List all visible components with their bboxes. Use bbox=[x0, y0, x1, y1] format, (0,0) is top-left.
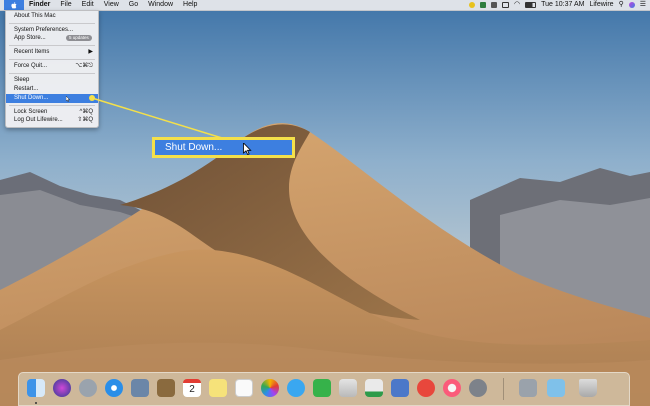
messages-icon[interactable] bbox=[287, 379, 305, 397]
menu-item-log-out[interactable]: Log Out Lifewire... ⇧⌘Q bbox=[6, 116, 98, 125]
menu-item-about-this-mac[interactable]: About This Mac bbox=[6, 12, 98, 21]
safari-icon[interactable] bbox=[105, 379, 123, 397]
notes-book-icon[interactable] bbox=[157, 379, 175, 397]
finder-icon[interactable] bbox=[27, 379, 45, 397]
app-icon[interactable] bbox=[491, 2, 498, 8]
apple-icon[interactable] bbox=[4, 0, 24, 10]
menu-item-label: Sleep bbox=[14, 77, 30, 83]
menu-item-force-quit[interactable]: Force Quit... ⌥⌘⎋ bbox=[6, 62, 98, 71]
launchpad-icon[interactable] bbox=[79, 379, 97, 397]
menu-item-shortcut: ⇧⌘Q bbox=[77, 117, 93, 123]
callout-label: Shut Down... bbox=[165, 142, 223, 153]
menu-item-sleep[interactable]: Sleep bbox=[6, 76, 98, 85]
menu-user[interactable]: Lifewire bbox=[589, 0, 613, 10]
menu-file[interactable]: File bbox=[55, 0, 76, 10]
menu-window[interactable]: Window bbox=[143, 0, 178, 10]
menu-extras: ◠ Tue 10:37 AM Lifewire ⚲ ☰ bbox=[469, 0, 646, 10]
menu-separator bbox=[9, 23, 95, 24]
menu-item-restart[interactable]: Restart... bbox=[6, 85, 98, 94]
calendar-icon[interactable]: 2 bbox=[183, 379, 201, 397]
menu-item-label: Log Out Lifewire... bbox=[14, 117, 63, 123]
keynote-icon[interactable] bbox=[365, 379, 383, 397]
dock: 2 bbox=[18, 372, 630, 406]
menu-item-label: Force Quit... bbox=[14, 63, 48, 69]
menu-item-label: Restart... bbox=[14, 86, 39, 92]
menu-item-shortcut: ⌥⌘⎋ bbox=[75, 63, 93, 69]
printer-icon[interactable] bbox=[469, 379, 487, 397]
submenu-arrow-icon: ▶ bbox=[88, 49, 93, 55]
preview-icon[interactable] bbox=[131, 379, 149, 397]
menu-separator bbox=[9, 105, 95, 106]
siri-icon[interactable] bbox=[628, 2, 635, 8]
menu-edit[interactable]: Edit bbox=[77, 0, 99, 10]
menu-finder[interactable]: Finder bbox=[24, 0, 55, 10]
desktop: Finder File Edit View Go Window Help ◠ T… bbox=[0, 0, 650, 406]
menu-go[interactable]: Go bbox=[124, 0, 143, 10]
menu-item-label: System Preferences... bbox=[14, 27, 74, 33]
mouse-cursor-icon bbox=[66, 96, 70, 102]
news-icon[interactable] bbox=[391, 379, 409, 397]
reminders-icon[interactable] bbox=[235, 379, 253, 397]
menu-separator bbox=[9, 73, 95, 74]
menu-item-label: About This Mac bbox=[14, 13, 56, 19]
menu-help[interactable]: Help bbox=[178, 0, 202, 10]
menu-separator bbox=[9, 45, 95, 46]
menu-item-label: Recent Items bbox=[14, 49, 50, 55]
apple-menu-dropdown: About This Mac System Preferences... App… bbox=[5, 10, 99, 128]
numbers-icon[interactable] bbox=[339, 379, 357, 397]
battery-icon[interactable] bbox=[525, 2, 537, 8]
menu-item-label: Lock Screen bbox=[14, 109, 48, 115]
trash-icon[interactable] bbox=[579, 379, 597, 397]
menu-clock[interactable]: Tue 10:37 AM bbox=[541, 0, 584, 10]
shut-down-callout: Shut Down... bbox=[152, 137, 295, 158]
wifi-icon[interactable]: ◠ bbox=[514, 0, 520, 10]
photos-icon[interactable] bbox=[261, 379, 279, 397]
mouse-cursor-icon bbox=[243, 143, 252, 155]
menu-item-recent-items[interactable]: Recent Items ▶ bbox=[6, 48, 98, 57]
menu-view[interactable]: View bbox=[99, 0, 124, 10]
search-icon[interactable]: ⚲ bbox=[619, 0, 624, 10]
dock-separator bbox=[503, 378, 504, 400]
running-indicator bbox=[35, 402, 37, 404]
stickies-icon[interactable] bbox=[209, 379, 227, 397]
shield-icon[interactable] bbox=[480, 2, 487, 8]
downloads-folder-icon[interactable] bbox=[519, 379, 537, 397]
menu-item-shut-down[interactable]: Shut Down... bbox=[6, 94, 98, 103]
facetime-icon[interactable] bbox=[313, 379, 331, 397]
siri-icon[interactable] bbox=[53, 379, 71, 397]
menu-separator bbox=[9, 59, 95, 60]
system-preferences-icon[interactable] bbox=[443, 379, 461, 397]
norton-icon[interactable] bbox=[469, 2, 476, 8]
menu-item-label: App Store... bbox=[14, 35, 46, 41]
notification-center-icon[interactable]: ☰ bbox=[640, 0, 646, 10]
menu-item-app-store[interactable]: App Store... 5 updates bbox=[6, 34, 98, 43]
updates-badge: 5 updates bbox=[66, 35, 92, 41]
music-icon[interactable] bbox=[417, 379, 435, 397]
downloads-folder-icon[interactable] bbox=[547, 379, 565, 397]
menu-item-label: Shut Down... bbox=[14, 95, 49, 101]
airplay-icon[interactable] bbox=[502, 2, 510, 8]
